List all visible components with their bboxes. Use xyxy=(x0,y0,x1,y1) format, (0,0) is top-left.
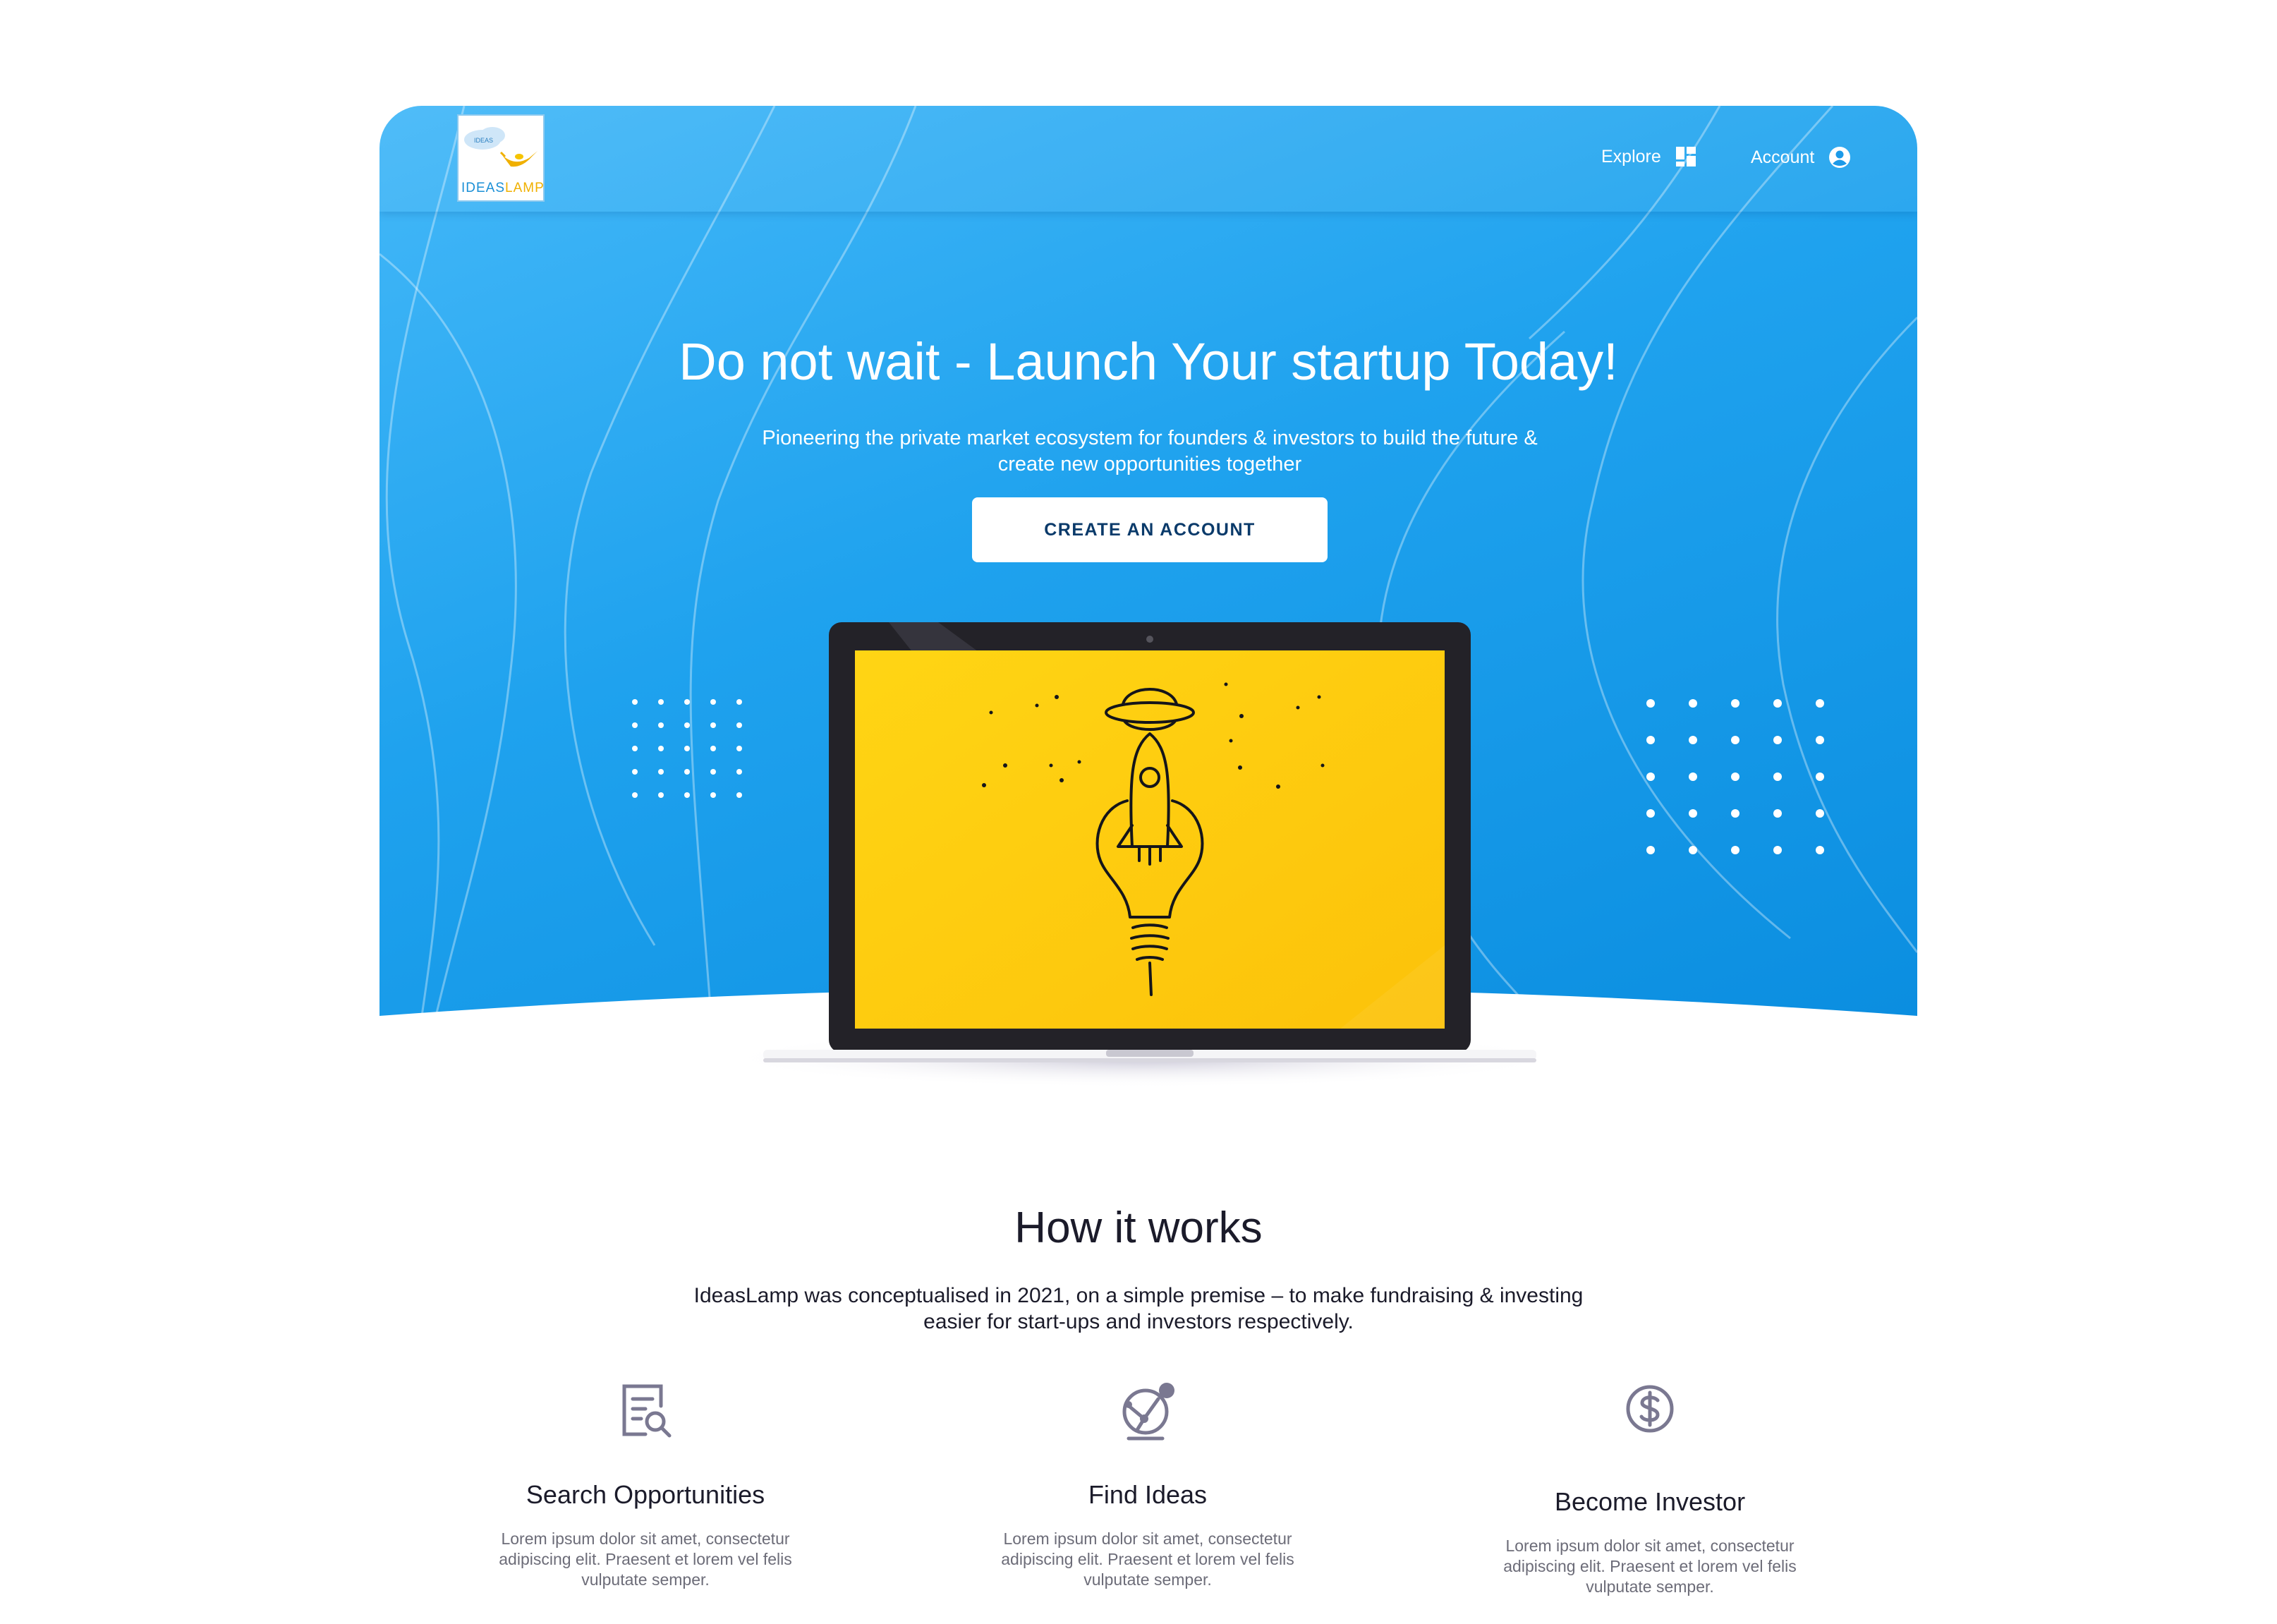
how-it-works-title: How it works xyxy=(1014,1204,1263,1252)
document-search-icon xyxy=(622,1384,672,1438)
feature-title: Become Investor xyxy=(1554,1487,1746,1516)
feature-description: Lorem ipsum dolor sit amet, consectetur … xyxy=(1001,1529,1294,1589)
nav-account-label: Account xyxy=(1751,147,1815,167)
laptop-illustration xyxy=(719,622,1566,1088)
dollar-coin-icon xyxy=(1626,1385,1674,1433)
globe-network-icon xyxy=(1122,1383,1174,1441)
laptop-camera xyxy=(1146,636,1153,643)
hero-title: Do not wait - Launch Your startup Today! xyxy=(679,332,1618,391)
feature-search-opportunities[interactable]: Search Opportunities Lorem ipsum dolor s… xyxy=(480,1379,811,1589)
feature-become-investor[interactable]: Become Investor Lorem ipsum dolor sit am… xyxy=(1484,1379,1816,1596)
nav-account[interactable]: Account xyxy=(1751,146,1851,169)
feature-description: Lorem ipsum dolor sit amet, consectetur … xyxy=(1503,1537,1797,1596)
feature-find-ideas[interactable]: Find Ideas Lorem ipsum dolor sit amet, c… xyxy=(982,1379,1313,1589)
logo-cloud-lamp-graphic: IDEAS xyxy=(464,127,538,167)
feature-description: Lorem ipsum dolor sit amet, consectetur … xyxy=(499,1529,792,1589)
nav-explore[interactable]: Explore xyxy=(1601,146,1696,167)
logo-word-ideas: IDEAS xyxy=(461,181,506,195)
logo-word-lamp: LAMP xyxy=(505,181,545,195)
feature-title: Find Ideas xyxy=(1088,1480,1208,1509)
feature-title: Search Opportunities xyxy=(526,1480,765,1509)
logo-cloud-text: IDEAS xyxy=(474,137,493,144)
dashboard-grid-icon xyxy=(1675,147,1696,166)
hero-subtitle: Pioneering the private market ecosystem … xyxy=(762,427,1538,475)
user-avatar-icon xyxy=(1829,147,1851,168)
how-it-works-subtitle: IdeasLamp was conceptualised in 2021, on… xyxy=(693,1284,1584,1333)
ideaslamp-logo[interactable]: IDEAS IDEASLAMP xyxy=(457,114,545,202)
decorative-dot-grid-right xyxy=(1646,699,1824,854)
create-account-button[interactable]: CREATE AN ACCOUNT xyxy=(972,497,1328,562)
nav-explore-label: Explore xyxy=(1601,146,1661,166)
logo-wordmark: IDEASLAMP xyxy=(461,181,545,196)
